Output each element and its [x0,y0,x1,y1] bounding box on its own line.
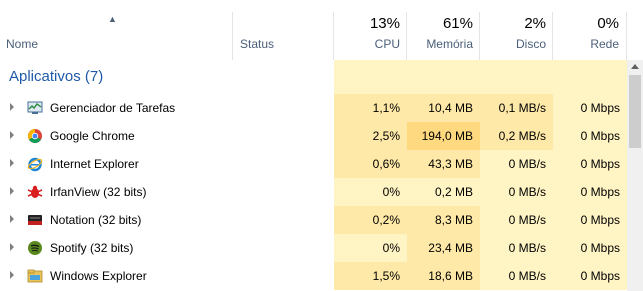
column-memory-header[interactable]: Memória [407,37,473,51]
disk-cell: 0 MB/s [480,206,553,234]
expand-chevron-icon[interactable] [10,103,14,111]
expand-chevron-icon[interactable] [10,187,14,195]
process-name: Internet Explorer [50,157,139,171]
network-cell: 0 Mbps [553,262,627,290]
process-name: Spotify (32 bits) [50,241,134,255]
process-name: Gerenciador de Tarefas [50,101,176,115]
cpu-cell: 1,1% [334,94,407,122]
disk-cell: 0,2 MB/s [480,122,553,150]
expand-chevron-icon[interactable] [10,215,14,223]
cpu-total[interactable]: 13% [334,15,400,32]
windows-explorer-icon [27,269,43,283]
process-row[interactable]: 0,2% 8,3 MB 0 MB/s 0 Mbps Notation (32 b… [0,206,627,234]
process-name: Windows Explorer [50,269,147,283]
group-disk-cell [480,60,553,94]
group-network-cell [553,60,627,94]
disk-cell: 0,1 MB/s [480,94,553,122]
cpu-cell: 2,5% [334,122,407,150]
memory-total[interactable]: 61% [407,15,473,32]
disk-cell: 0 MB/s [480,150,553,178]
process-row[interactable]: 0% 23,4 MB 0 MB/s 0 Mbps Spotify (32 bit… [0,234,627,262]
network-total[interactable]: 0% [553,15,619,32]
memory-cell: 43,3 MB [407,150,480,178]
process-row[interactable]: 2,5% 194,0 MB 0,2 MB/s 0 Mbps Google Chr… [0,122,627,150]
task-manager-icon [27,101,43,114]
process-row[interactable]: 0% 0,2 MB 0 MB/s 0 Mbps IrfanView (32 bi… [0,178,627,206]
column-network-header[interactable]: Rede [553,37,619,51]
scroll-up-arrow-icon[interactable] [631,64,639,69]
disk-total[interactable]: 2% [480,15,546,32]
column-divider[interactable] [232,12,233,60]
process-name: IrfanView (32 bits) [50,185,147,199]
column-name-header[interactable]: Nome [6,37,38,51]
notation-icon [28,215,42,225]
memory-cell: 18,6 MB [407,262,480,290]
memory-cell: 0,2 MB [407,178,480,206]
cpu-cell: 0,6% [334,150,407,178]
group-memory-cell [407,60,480,94]
disk-cell: 0 MB/s [480,178,553,206]
network-cell: 0 Mbps [553,94,627,122]
internet-explorer-icon [27,157,43,172]
process-name: Google Chrome [50,129,135,143]
column-disk-header[interactable]: Disco [480,37,546,51]
cpu-cell: 0,2% [334,206,407,234]
network-cell: 0 Mbps [553,234,627,262]
cpu-cell: 0% [334,178,407,206]
network-cell: 0 Mbps [553,178,627,206]
process-name: Notation (32 bits) [50,213,142,227]
spotify-icon [28,241,42,255]
process-row[interactable]: 1,1% 10,4 MB 0,1 MB/s 0 Mbps Gerenciador… [0,94,627,122]
column-divider [626,12,627,60]
expand-chevron-icon[interactable] [10,243,14,251]
disk-cell: 0 MB/s [480,234,553,262]
network-cell: 0 Mbps [553,150,627,178]
chrome-icon [28,129,42,143]
scrollbar-thumb[interactable] [629,75,641,148]
irfanview-icon [27,185,43,198]
cpu-cell: 1,5% [334,262,407,290]
expand-chevron-icon[interactable] [10,131,14,139]
memory-cell: 10,4 MB [407,94,480,122]
process-row[interactable]: 1,5% 18,6 MB 0 MB/s 0 Mbps Windows Explo… [0,262,627,290]
network-cell: 0 Mbps [553,206,627,234]
sort-arrow-icon: ▲ [108,14,117,24]
column-status-header[interactable]: Status [240,37,274,51]
memory-cell: 8,3 MB [407,206,480,234]
memory-cell: 194,0 MB [407,122,480,150]
process-row[interactable]: 0,6% 43,3 MB 0 MB/s 0 Mbps Internet Expl… [0,150,627,178]
group-title[interactable]: Aplicativos (7) [9,68,103,85]
network-cell: 0 Mbps [553,122,627,150]
disk-cell: 0 MB/s [480,262,553,290]
expand-chevron-icon[interactable] [10,159,14,167]
cpu-cell: 0% [334,234,407,262]
memory-cell: 23,4 MB [407,234,480,262]
column-header: ▲ Nome Status 13% CPU 61% Memória 2% Dis… [0,0,627,60]
column-cpu-header[interactable]: CPU [334,37,400,51]
group-cpu-cell [334,60,407,94]
expand-chevron-icon[interactable] [10,271,14,279]
